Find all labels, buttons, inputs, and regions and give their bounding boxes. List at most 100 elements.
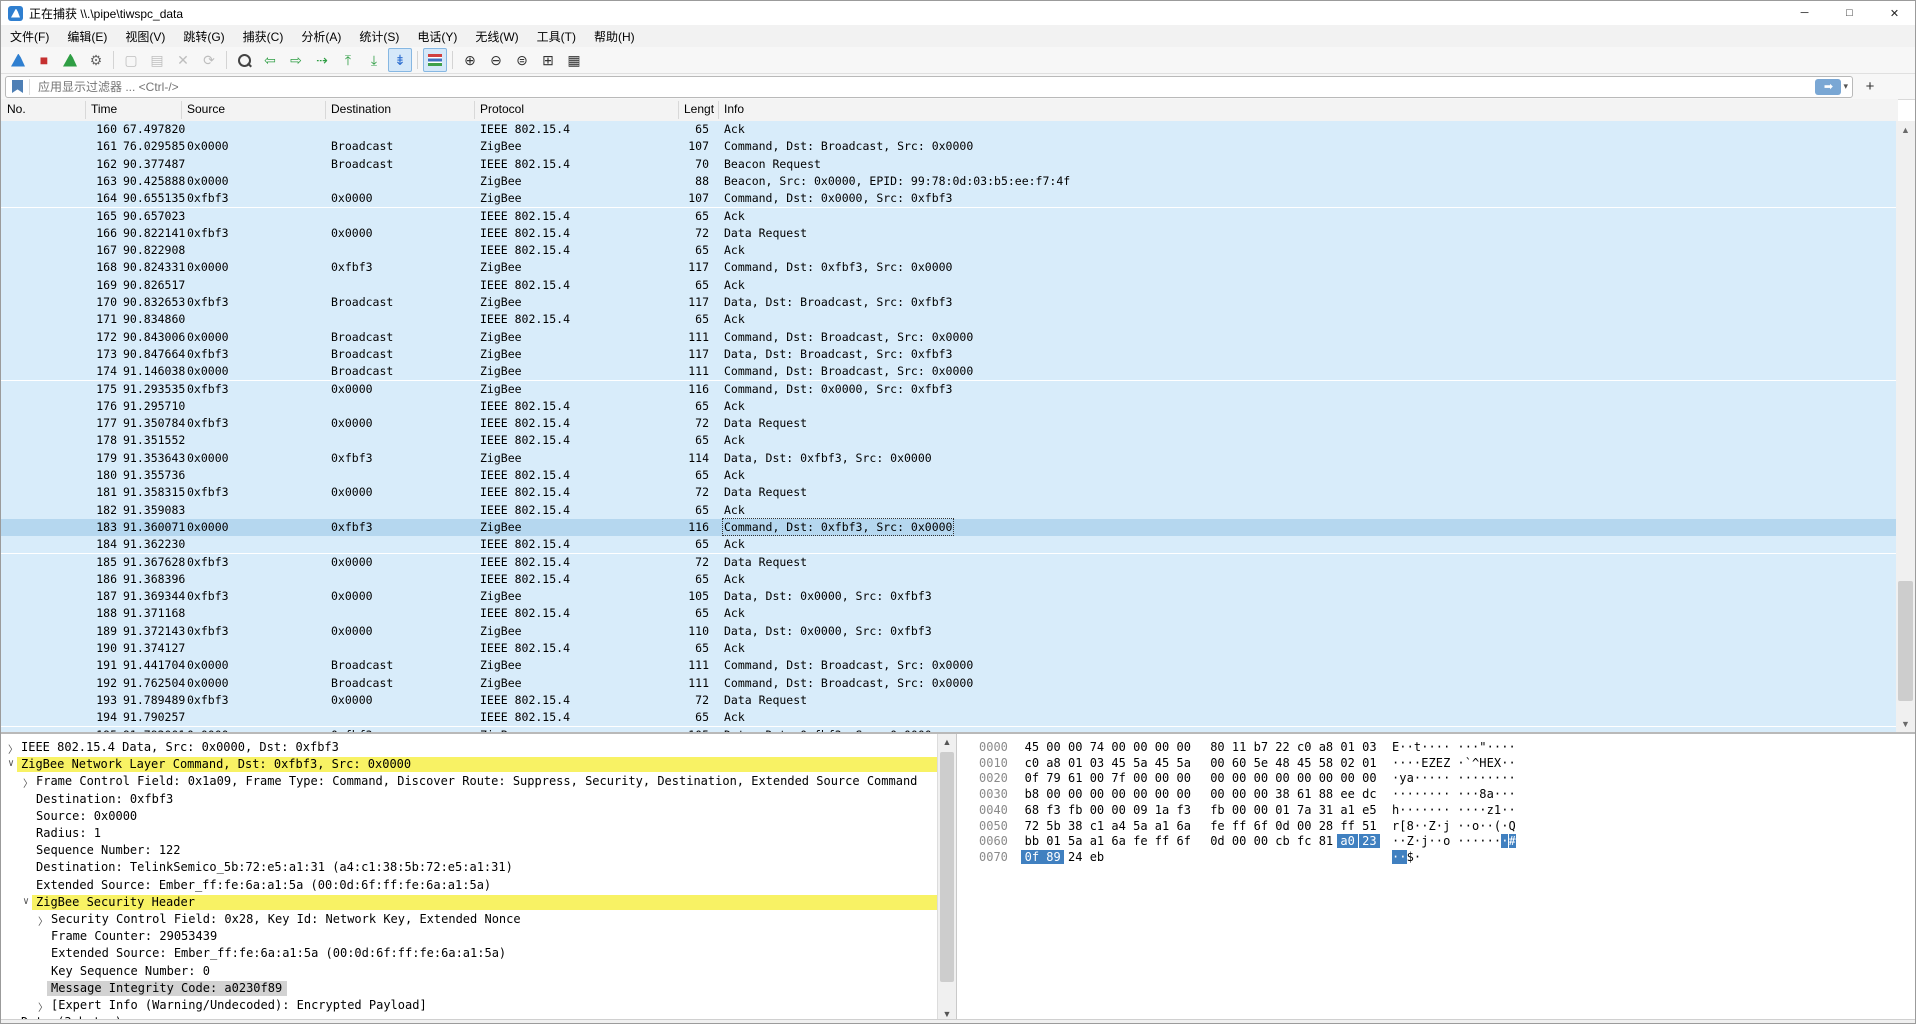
resize-columns-icon[interactable]: ⊞ [536, 48, 560, 72]
menu-item-2[interactable]: 视图(V) [116, 25, 174, 48]
hex-byte[interactable]: c0 [1021, 756, 1043, 770]
detail-line[interactable]: ∨ZigBee Security Header [1, 894, 937, 911]
hex-byte[interactable]: 5a [1130, 819, 1152, 833]
start-capture-icon[interactable] [6, 48, 30, 72]
ascii-char[interactable]: · [1457, 771, 1464, 785]
detail-line[interactable]: 〉IEEE 802.15.4 Data, Src: 0x0000, Dst: 0… [1, 739, 937, 756]
hex-byte[interactable]: 01 [1359, 756, 1381, 770]
stop-capture-icon[interactable]: ■ [32, 48, 56, 72]
hex-byte[interactable]: 51 [1359, 819, 1381, 833]
packet-list[interactable]: 16067.497820IEEE 802.15.465Ack16176.0295… [1, 121, 1898, 732]
hex-byte[interactable]: 7f [1108, 771, 1130, 785]
ascii-char[interactable]: · [1436, 834, 1443, 848]
packet-row[interactable]: 19491.790257IEEE 802.15.465Ack [1, 709, 1898, 726]
hex-byte[interactable]: 5a [1173, 756, 1195, 770]
collapse-icon[interactable]: ∨ [23, 896, 29, 907]
ascii-char[interactable]: · [1436, 771, 1443, 785]
ascii-char[interactable]: o [1472, 819, 1479, 833]
ascii-char[interactable]: · [1472, 834, 1479, 848]
hex-byte[interactable]: fe [1207, 819, 1229, 833]
packet-row[interactable]: 16990.826517IEEE 802.15.465Ack [1, 277, 1898, 294]
hex-byte[interactable]: ff [1337, 819, 1359, 833]
ascii-char[interactable]: [ [1399, 819, 1406, 833]
hex-byte[interactable]: 01 [1043, 834, 1065, 848]
hex-byte[interactable]: fe [1130, 834, 1152, 848]
hex-byte[interactable]: 79 [1043, 771, 1065, 785]
ascii-char[interactable]: # [1509, 834, 1516, 848]
ascii-char[interactable]: · [1465, 787, 1472, 801]
ascii-char[interactable]: · [1436, 819, 1443, 833]
packet-row[interactable]: 18191.3583150xfbf30x0000IEEE 802.15.472D… [1, 484, 1898, 501]
ascii-char[interactable]: · [1436, 803, 1443, 817]
column-divider[interactable] [678, 101, 679, 119]
detail-line[interactable]: 〉Security Control Field: 0x28, Key Id: N… [1, 911, 937, 928]
column-header-destination[interactable]: Destination [331, 102, 391, 116]
hex-byte[interactable]: 45 [1021, 740, 1043, 754]
column-divider[interactable] [85, 101, 86, 119]
menu-item-7[interactable]: 电话(Y) [408, 25, 466, 48]
auto-scroll-icon[interactable]: ⇟ [388, 48, 412, 72]
packet-row[interactable]: 18091.355736IEEE 802.15.465Ack [1, 467, 1898, 484]
hex-byte[interactable]: 00 [1043, 787, 1065, 801]
column-header-protocol[interactable]: Protocol [480, 102, 524, 116]
display-filter-input[interactable] [36, 79, 1815, 95]
ascii-char[interactable]: · [1472, 787, 1479, 801]
hex-byte[interactable]: 03 [1359, 740, 1381, 754]
hex-byte[interactable]: 00 [1173, 740, 1195, 754]
ascii-char[interactable]: a [1407, 771, 1414, 785]
ascii-char[interactable]: · [1487, 819, 1494, 833]
ascii-char[interactable]: · [1509, 740, 1516, 754]
ascii-char[interactable]: y [1399, 771, 1406, 785]
hex-byte[interactable]: a0 [1337, 834, 1359, 848]
menu-item-0[interactable]: 文件(F) [1, 25, 58, 48]
ascii-char[interactable]: ^ [1472, 756, 1479, 770]
hex-byte[interactable]: dc [1359, 787, 1381, 801]
ascii-char[interactable]: H [1479, 756, 1486, 770]
ascii-char[interactable]: · [1487, 771, 1494, 785]
ascii-char[interactable]: · [1501, 834, 1508, 848]
zoom-out-icon[interactable]: ⊖ [484, 48, 508, 72]
packet-row[interactable]: 17290.8430060x0000BroadcastZigBee111Comm… [1, 329, 1898, 346]
ascii-char[interactable]: · [1392, 834, 1399, 848]
scrollbar-thumb[interactable] [940, 752, 954, 982]
packet-bytes-pane[interactable]: 000045000074000000008011b722c0a80103E··t… [956, 734, 1916, 1021]
maximize-button[interactable]: □ [1827, 1, 1872, 25]
ascii-char[interactable]: · [1407, 740, 1414, 754]
hex-byte[interactable]: 00 [1228, 787, 1250, 801]
hex-byte[interactable]: 00 [1108, 740, 1130, 754]
hex-byte[interactable]: 0f [1021, 771, 1043, 785]
hex-byte[interactable]: 68 [1021, 803, 1043, 817]
ascii-char[interactable]: · [1443, 740, 1450, 754]
packet-list-scrollbar[interactable]: ▲ ▼ [1896, 121, 1915, 732]
hex-byte[interactable]: 48 [1272, 756, 1294, 770]
packet-row[interactable]: 19291.7625040x0000BroadcastZigBee111Comm… [1, 675, 1898, 692]
packet-row[interactable]: 18391.3600710x00000xfbf3ZigBee116Command… [1, 519, 1898, 536]
hex-byte[interactable]: 38 [1272, 787, 1294, 801]
ascii-char[interactable]: E [1436, 756, 1443, 770]
hex-byte[interactable]: 61 [1293, 787, 1315, 801]
hex-byte[interactable]: 00 [1086, 787, 1108, 801]
hex-byte[interactable]: 00 [1207, 771, 1229, 785]
ascii-char[interactable]: · [1501, 740, 1508, 754]
packet-row[interactable]: 19191.4417040x0000BroadcastZigBee111Comm… [1, 657, 1898, 674]
hex-byte[interactable]: ff [1151, 834, 1173, 848]
ascii-char[interactable]: · [1472, 803, 1479, 817]
add-filter-button[interactable]: + [1859, 77, 1881, 97]
ascii-char[interactable]: · [1392, 787, 1399, 801]
column-header-time[interactable]: Time [91, 102, 117, 116]
hex-byte[interactable]: fc [1293, 834, 1315, 848]
hex-byte[interactable]: 5a [1064, 834, 1086, 848]
hex-byte[interactable]: 01 [1272, 803, 1294, 817]
ascii-char[interactable]: · [1399, 803, 1406, 817]
ascii-char[interactable]: 8 [1407, 819, 1414, 833]
hex-byte[interactable]: 00 [1173, 787, 1195, 801]
ascii-char[interactable]: · [1436, 787, 1443, 801]
ascii-char[interactable]: · [1479, 803, 1486, 817]
hex-byte[interactable]: eb [1086, 850, 1108, 864]
column-header-info[interactable]: Info [724, 102, 744, 116]
packet-row[interactable]: 16390.4258880x0000ZigBee88Beacon, Src: 0… [1, 173, 1898, 190]
hex-byte[interactable]: 60 [1228, 756, 1250, 770]
display-filter-field[interactable]: ➡ ▾ [5, 76, 1853, 98]
expand-icon[interactable]: 〉 [8, 741, 18, 756]
ascii-char[interactable]: · [1414, 803, 1421, 817]
